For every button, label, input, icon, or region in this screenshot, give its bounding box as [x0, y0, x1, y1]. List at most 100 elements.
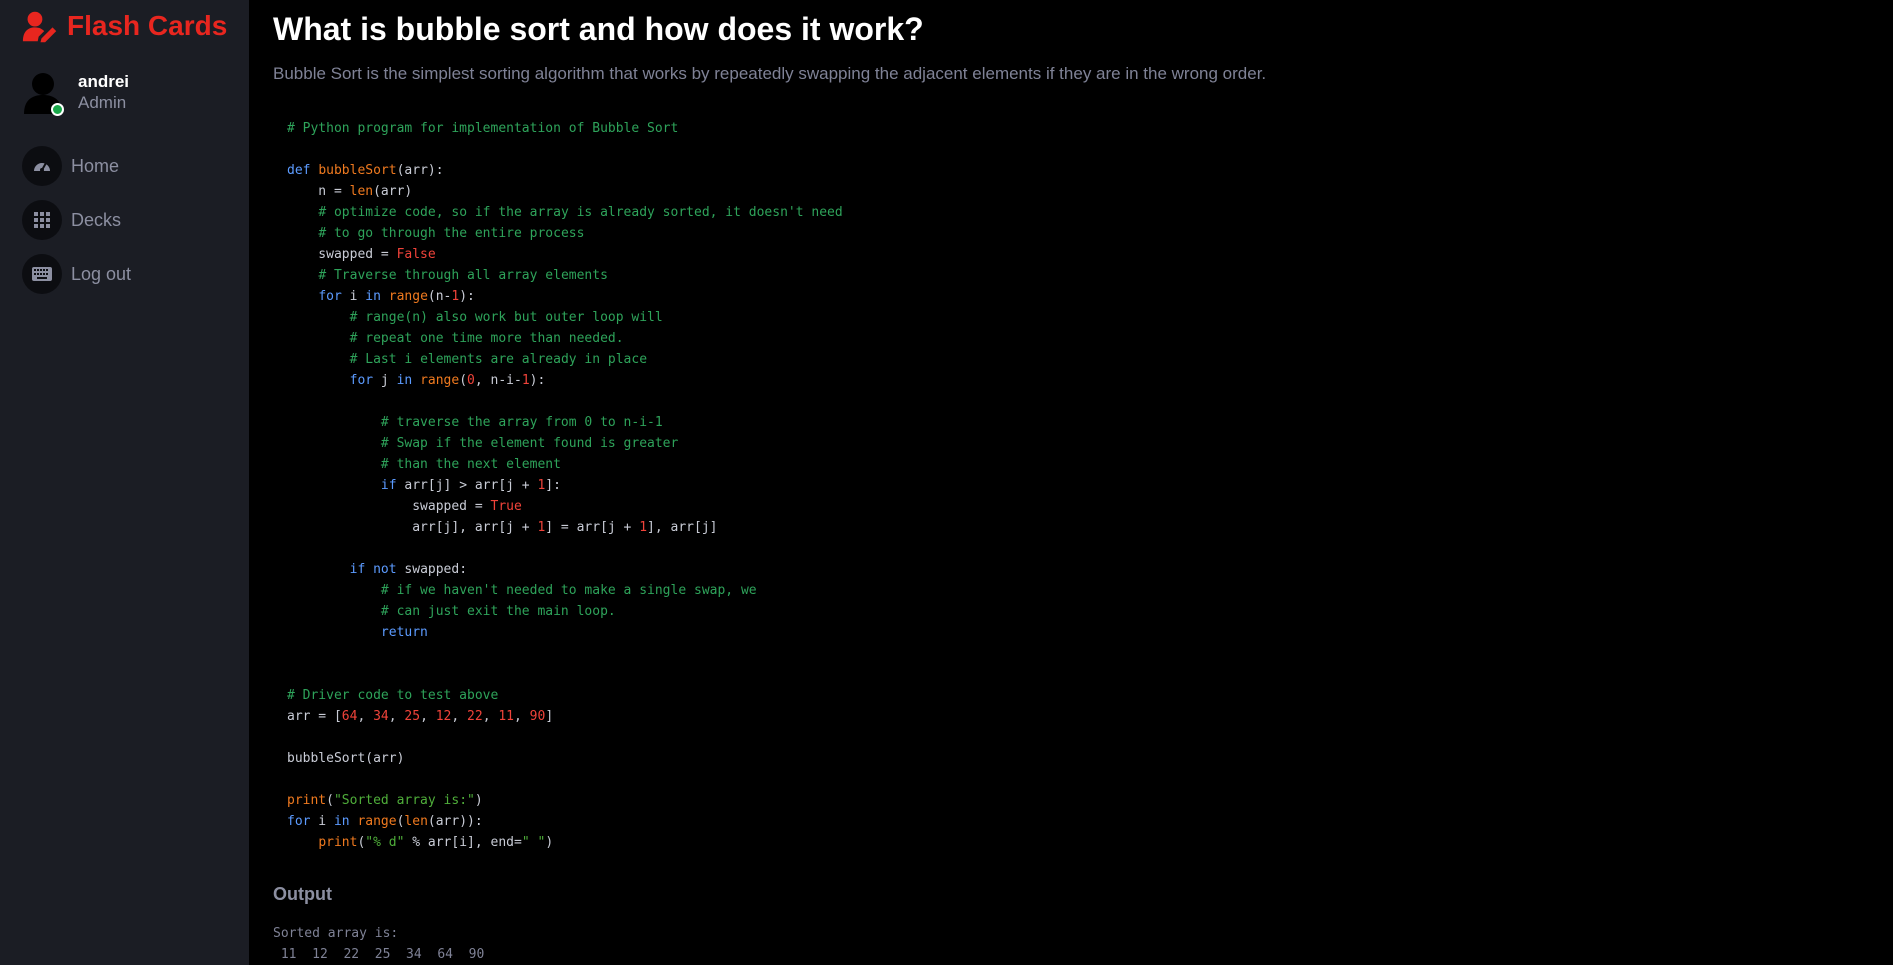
- code-token: i: [341, 289, 366, 304]
- code-token: "Sorted array is:": [333, 793, 475, 808]
- code-token: print: [318, 835, 358, 850]
- code-line: bubbleSort(arr): [287, 748, 843, 769]
- code-token: ):: [459, 289, 475, 304]
- code-token: ,: [514, 709, 530, 724]
- code-line: arr = [64, 34, 25, 12, 22, 11, 90]: [287, 706, 843, 727]
- code-token: 0: [467, 373, 475, 388]
- code-line: return: [287, 622, 843, 643]
- code-block: # Python program for implementation of B…: [287, 118, 843, 853]
- sidebar-item-label: Decks: [71, 209, 122, 230]
- code-token: if: [380, 478, 397, 493]
- code-token: range: [420, 373, 460, 388]
- code-token: range: [388, 289, 428, 304]
- code-token: # optimize code, so if the array is alre…: [318, 205, 843, 220]
- code-token: 25: [404, 709, 421, 724]
- code-line: swapped = True: [287, 496, 843, 517]
- code-line: # optimize code, so if the array is alre…: [287, 202, 843, 223]
- code-token: print: [287, 793, 327, 808]
- code-line: # range(n) also work but outer loop will: [287, 307, 843, 328]
- output-line: 11 12 22 25 34 64 90: [273, 947, 485, 962]
- grid-icon: [22, 200, 62, 240]
- code-token: ): [474, 793, 483, 808]
- code-token: swapped =: [287, 499, 491, 514]
- code-token: "% d": [365, 835, 405, 850]
- code-line: n = len(arr): [287, 181, 843, 202]
- code-line: # traverse the array from 0 to n-i-1: [287, 412, 843, 433]
- code-token: len: [404, 814, 428, 829]
- code-token: ] = arr[j +: [545, 520, 640, 535]
- code-token: # Swap if the element found is greater: [380, 436, 679, 451]
- code-token: arr[j], arr[j +: [287, 520, 538, 535]
- code-token: len: [349, 184, 374, 199]
- code-token: True: [490, 499, 522, 514]
- page-title: What is bubble sort and how does it work…: [273, 11, 924, 47]
- code-token: ]:: [545, 478, 561, 493]
- code-line: # Last i elements are already in place: [287, 349, 843, 370]
- code-token: not: [373, 562, 397, 577]
- code-token: arr = [: [287, 709, 342, 724]
- code-token: return: [380, 625, 428, 640]
- card-content: What is bubble sort and how does it work…: [249, 0, 1893, 965]
- code-token: ], arr[j]: [647, 520, 718, 535]
- code-token: (arr): [373, 184, 413, 199]
- code-line: if arr[j] > arr[j + 1]:: [287, 475, 843, 496]
- user-edit-icon: [22, 11, 57, 42]
- code-token: for: [318, 289, 342, 304]
- code-token: ,: [388, 709, 405, 724]
- code-line: # Python program for implementation of B…: [287, 118, 843, 139]
- code-token: 12: [435, 709, 452, 724]
- code-token: ,: [482, 709, 499, 724]
- code-token: ):: [529, 373, 546, 388]
- code-token: 90: [529, 709, 546, 724]
- brand-logo[interactable]: Flash Cards: [22, 6, 227, 46]
- code-line: print("% d" % arr[i], end=" "): [287, 832, 843, 853]
- code-token: (: [459, 373, 468, 388]
- output-line: Sorted array is:: [273, 926, 399, 941]
- code-token: in: [333, 814, 350, 829]
- code-token: bubbleSort: [318, 163, 397, 178]
- code-line: for i in range(len(arr)):: [287, 811, 843, 832]
- code-line: swapped = False: [287, 244, 843, 265]
- code-token: , n-i-: [474, 373, 522, 388]
- code-line: for j in range(0, n-i-1):: [287, 370, 843, 391]
- tachometer-icon: [22, 146, 62, 186]
- code-token: bubbleSort(arr): [287, 751, 405, 766]
- sidebar-item-label: Log out: [71, 263, 132, 284]
- code-line: if not swapped:: [287, 559, 843, 580]
- code-token: ): [545, 835, 554, 850]
- code-token: # traverse the array from 0 to n-i-1: [380, 415, 663, 430]
- code-token: # than the next element: [380, 457, 561, 472]
- code-token: swapped =: [287, 247, 397, 262]
- sidebar-item-decks[interactable]: Decks: [22, 200, 131, 240]
- user-name: andrei: [78, 72, 130, 91]
- code-token: # Traverse through all array elements: [318, 268, 608, 283]
- code-token: def: [287, 163, 311, 178]
- sidebar-item-home[interactable]: Home: [22, 146, 131, 186]
- code-token: for: [287, 814, 311, 829]
- output-block: Sorted array is: 11 12 22 25 34 64 90: [273, 923, 484, 965]
- code-token: (arr):: [396, 163, 444, 178]
- code-token: swapped:: [396, 562, 468, 577]
- code-line: def bubbleSort(arr):: [287, 160, 843, 181]
- code-line: # Swap if the element found is greater: [287, 433, 843, 454]
- code-token: if: [349, 562, 366, 577]
- sidebar-item-logout[interactable]: Log out: [22, 254, 131, 294]
- code-token: (n-: [427, 289, 452, 304]
- code-token: # Last i elements are already in place: [349, 352, 648, 367]
